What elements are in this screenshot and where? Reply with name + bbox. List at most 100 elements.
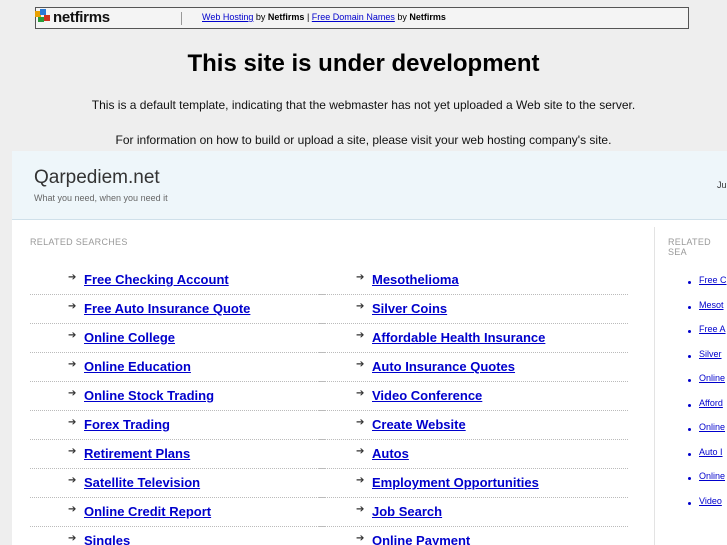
related-search-link[interactable]: Online Stock Trading xyxy=(84,388,214,403)
related-search-link[interactable]: Auto Insurance Quotes xyxy=(372,359,515,374)
arrow-right-icon: ➔ xyxy=(68,533,77,544)
related-search-item[interactable]: ➔ Satellite Television xyxy=(30,469,325,498)
related-search-item[interactable]: ➔ Online Credit Report xyxy=(30,498,325,527)
related-search-item-right[interactable]: Silver xyxy=(675,349,727,373)
bullet-icon xyxy=(688,428,691,431)
bullet-icon xyxy=(688,452,691,456)
related-search-link[interactable]: Online Education xyxy=(84,359,191,374)
related-search-link[interactable]: Silver xyxy=(699,349,722,359)
related-search-item[interactable]: ➔ Singles xyxy=(30,527,325,545)
bullet-icon xyxy=(688,501,691,505)
related-search-link[interactable]: Singles xyxy=(84,533,130,545)
by-text: by xyxy=(255,12,266,22)
bullet-icon xyxy=(688,330,691,333)
hosting-banner: netfirms Web Hosting by Netfirms | Free … xyxy=(35,7,689,29)
related-search-item[interactable]: ➔ Create Website xyxy=(318,411,628,440)
related-search-link[interactable]: Online xyxy=(699,422,725,432)
related-search-item[interactable]: ➔ Autos xyxy=(318,440,628,469)
related-search-item[interactable]: ➔ Online Stock Trading xyxy=(30,382,325,411)
by-text: by xyxy=(397,12,407,22)
related-search-item-right[interactable]: Mesot xyxy=(675,300,727,324)
banner-separator xyxy=(181,12,182,25)
arrow-right-icon: ➔ xyxy=(68,504,77,515)
related-search-item-right[interactable]: Online xyxy=(675,373,727,397)
netfirms-logo-icon xyxy=(35,9,50,22)
related-search-item-right[interactable]: Free A xyxy=(675,324,727,348)
web-hosting-link[interactable]: Web Hosting xyxy=(202,12,253,22)
related-search-link[interactable]: Online xyxy=(699,471,725,481)
related-search-item[interactable]: ➔ Online Payment xyxy=(318,527,628,545)
arrow-right-icon: ➔ xyxy=(356,533,365,544)
related-search-link[interactable]: Online xyxy=(699,373,725,383)
related-search-link[interactable]: Free Checking Account xyxy=(84,272,229,287)
related-search-item[interactable]: ➔ Affordable Health Insurance xyxy=(318,324,628,353)
related-search-link[interactable]: Video Conference xyxy=(372,388,482,403)
related-search-item[interactable]: ➔ Job Search xyxy=(318,498,628,527)
related-search-link[interactable]: Retirement Plans xyxy=(84,446,190,461)
related-search-link[interactable]: Mesot xyxy=(699,300,724,310)
related-search-link[interactable]: Free C xyxy=(699,275,727,285)
related-search-link[interactable]: Afford xyxy=(699,398,723,408)
related-search-item-right[interactable]: Auto I xyxy=(675,447,727,471)
arrow-right-icon: ➔ xyxy=(68,330,77,341)
free-domain-names-link[interactable]: Free Domain Names xyxy=(312,12,395,22)
related-search-item[interactable]: ➔ Online Education xyxy=(30,353,325,382)
related-search-link[interactable]: Autos xyxy=(372,446,409,461)
related-search-link[interactable]: Online Credit Report xyxy=(84,504,211,519)
related-search-link[interactable]: Mesothelioma xyxy=(372,272,459,287)
arrow-right-icon: ➔ xyxy=(356,330,365,341)
column-divider xyxy=(654,227,655,545)
related-search-item[interactable]: ➔ Mesothelioma xyxy=(318,266,628,295)
bullet-icon xyxy=(688,379,691,382)
related-search-item-right[interactable]: Free C xyxy=(675,275,727,299)
related-search-item[interactable]: ➔ Free Auto Insurance Quote xyxy=(30,295,325,324)
pipe-separator: | xyxy=(306,12,310,22)
related-search-item[interactable]: ➔ Online College xyxy=(30,324,325,353)
arrow-right-icon: ➔ xyxy=(68,446,77,457)
arrow-right-icon: ➔ xyxy=(356,359,365,370)
arrow-right-icon: ➔ xyxy=(356,301,365,312)
header-right-text: Ju xyxy=(717,180,727,190)
bullet-icon xyxy=(688,305,691,309)
parked-page-frame: Qarpediem.net What you need, when you ne… xyxy=(12,151,727,545)
related-search-item[interactable]: ➔ Retirement Plans xyxy=(30,440,325,469)
arrow-right-icon: ➔ xyxy=(68,272,77,283)
related-search-link[interactable]: Create Website xyxy=(372,417,466,432)
related-search-link[interactable]: Online Payment xyxy=(372,533,470,545)
related-search-link[interactable]: Satellite Television xyxy=(84,475,200,490)
related-search-item[interactable]: ➔ Silver Coins xyxy=(318,295,628,324)
related-search-item[interactable]: ➔ Forex Trading xyxy=(30,411,325,440)
related-search-link[interactable]: Silver Coins xyxy=(372,301,447,316)
info-text: For information on how to build or uploa… xyxy=(115,133,612,147)
arrow-right-icon: ➔ xyxy=(68,388,77,399)
related-search-link[interactable]: Video xyxy=(699,496,722,506)
related-search-item-right[interactable]: Video xyxy=(675,496,727,520)
bullet-icon xyxy=(688,281,691,284)
related-search-item[interactable]: ➔ Free Checking Account xyxy=(30,266,325,295)
related-search-link[interactable]: Auto I xyxy=(699,447,723,457)
bullet-icon xyxy=(688,403,691,407)
related-search-link[interactable]: Employment Opportunities xyxy=(372,475,539,490)
bullet-icon xyxy=(688,477,691,480)
site-tagline: What you need, when you need it xyxy=(34,193,168,203)
site-name: Qarpediem.net xyxy=(34,167,160,188)
related-search-item[interactable]: ➔ Employment Opportunities xyxy=(318,469,628,498)
related-searches-label-right: RELATED SEA xyxy=(668,237,711,257)
related-search-item-right[interactable]: Afford xyxy=(675,398,727,422)
related-search-item-right[interactable]: Online xyxy=(675,471,727,495)
related-search-link[interactable]: Job Search xyxy=(372,504,442,519)
arrow-right-icon: ➔ xyxy=(356,272,365,283)
related-search-link[interactable]: Forex Trading xyxy=(84,417,170,432)
arrow-right-icon: ➔ xyxy=(356,388,365,399)
netfirms-logo[interactable]: netfirms xyxy=(53,9,110,26)
related-search-link[interactable]: Free Auto Insurance Quote xyxy=(84,301,250,316)
related-search-item-right[interactable]: Online xyxy=(675,422,727,446)
page-title: This site is under development xyxy=(187,50,540,77)
related-search-item[interactable]: ➔ Video Conference xyxy=(318,382,628,411)
related-search-link[interactable]: Free A xyxy=(699,324,726,334)
related-search-link[interactable]: Online College xyxy=(84,330,175,345)
related-search-link[interactable]: Affordable Health Insurance xyxy=(372,330,545,345)
bullet-icon xyxy=(688,354,691,358)
related-search-item[interactable]: ➔ Auto Insurance Quotes xyxy=(318,353,628,382)
arrow-right-icon: ➔ xyxy=(356,417,365,428)
